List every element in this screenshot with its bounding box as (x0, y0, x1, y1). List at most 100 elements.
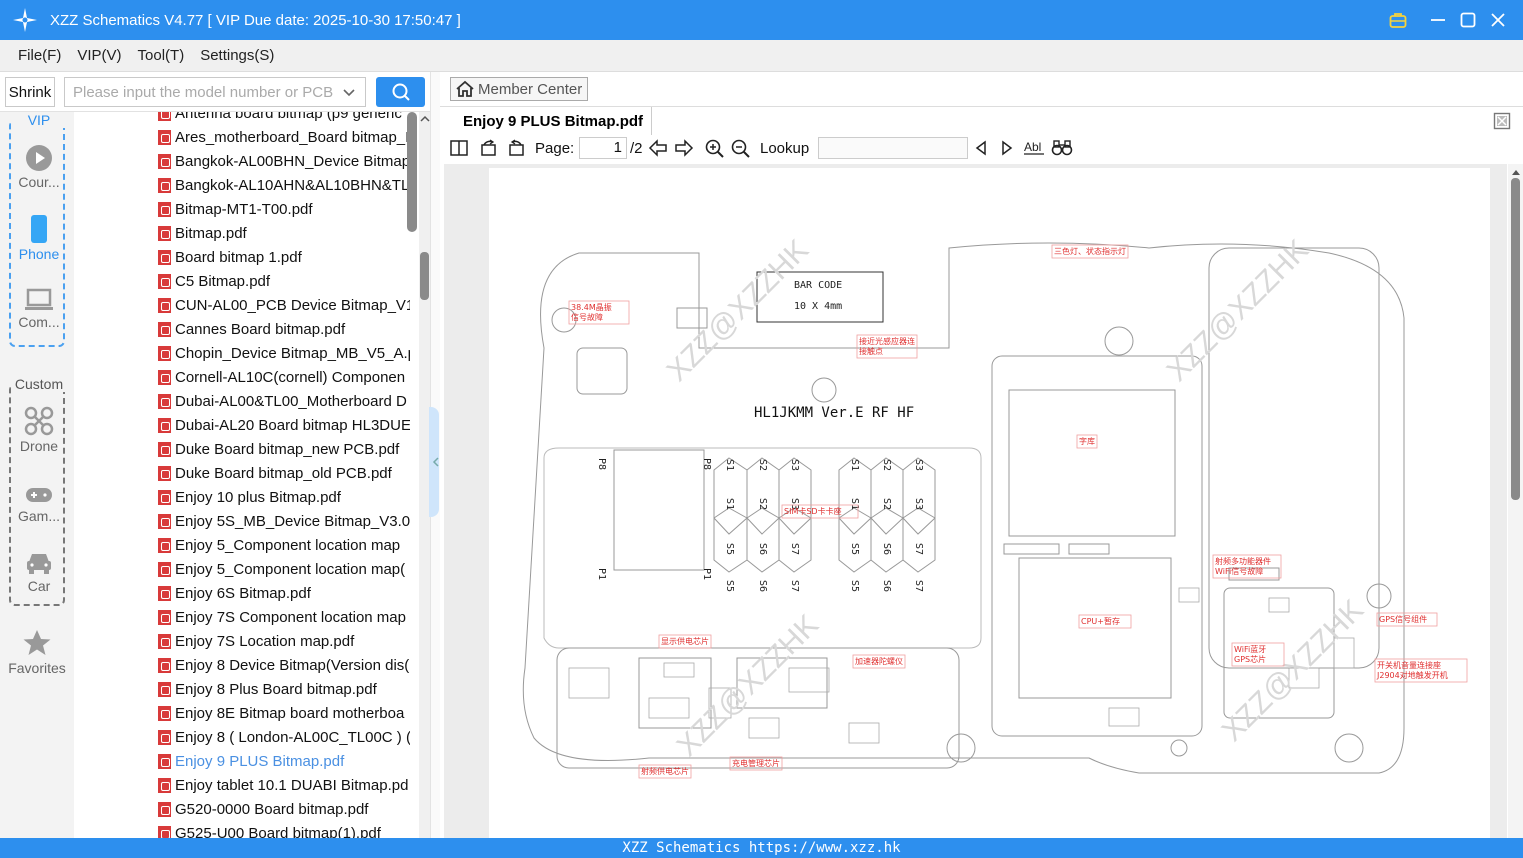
category-course-label: Cour... (18, 174, 60, 190)
file-list-item[interactable]: CUN-AL00_PCB Device Bitmap_V1.( (158, 293, 410, 317)
vip-bag-icon[interactable] (1383, 0, 1413, 40)
menu-vip[interactable]: VIP(V) (77, 47, 121, 64)
file-list-item[interactable]: Enjoy 7S Component location map (158, 605, 410, 629)
pdf-file-icon (158, 489, 171, 505)
sim-pin-label: S6 (881, 580, 892, 592)
file-list-item[interactable]: Enjoy 8 ( London-AL00C_TL00C ) (· (158, 725, 410, 749)
shrink-button[interactable]: Shrink (5, 77, 55, 107)
pdf-file-icon (158, 825, 171, 838)
file-list-item[interactable]: Dubai-AL20 Board bitmap HL3DUE (158, 413, 410, 437)
prev-page-icon[interactable] (648, 139, 668, 157)
file-name: Duke Board bitmap_new PCB.pdf (175, 440, 400, 458)
two-page-icon[interactable] (450, 139, 468, 157)
close-icon[interactable] (1483, 0, 1513, 40)
file-list-item[interactable]: Bitmap-MT1-T00.pdf (158, 197, 410, 221)
sim-pin-label: S1 (724, 498, 735, 510)
category-drone[interactable]: Drone (11, 406, 67, 454)
file-list-item[interactable]: Duke Board bitmap_old PCB.pdf (158, 461, 410, 485)
menu-file[interactable]: File(F) (18, 47, 61, 64)
find-prev-icon[interactable] (973, 140, 989, 156)
pdf-file-icon (158, 177, 171, 193)
search-input[interactable]: Please input the model number or PCB (64, 77, 366, 107)
category-favorites[interactable]: Favorites (0, 628, 74, 676)
close-tab-icon[interactable] (1493, 112, 1511, 130)
scroll-up-icon[interactable] (1511, 168, 1521, 176)
category-game[interactable]: Gam... (11, 484, 67, 524)
file-name: C5 Bitmap.pdf (175, 272, 271, 290)
file-list-item[interactable]: Antenna board bitmap (p9 generic (158, 112, 410, 125)
binoculars-icon[interactable] (1051, 139, 1073, 157)
file-list-item[interactable]: Dubai-AL00&TL00_Motherboard D (158, 389, 410, 413)
sim-pin-label: S2 (757, 459, 768, 471)
category-course[interactable]: Cour... (11, 144, 67, 190)
pdf-file-icon (158, 513, 171, 529)
title-bar: XZZ Schematics V4.77 [ VIP Due date: 202… (0, 0, 1523, 40)
zoom-out-icon[interactable] (731, 139, 751, 159)
status-bar: XZZ Schematics https://www.xzz.hk (0, 838, 1523, 858)
search-button[interactable] (376, 77, 425, 107)
file-list-item[interactable]: Enjoy 5S_MB_Device Bitmap_V3.01 (158, 509, 410, 533)
file-list-item[interactable]: Enjoy 8 Device Bitmap(Version dis( (158, 653, 410, 677)
file-list-item[interactable]: C5 Bitmap.pdf (158, 269, 410, 293)
category-phone-label: Phone (18, 246, 60, 262)
file-list-item[interactable]: G525-U00 Board bitmap(1).pdf (158, 821, 410, 838)
zoom-in-icon[interactable] (705, 139, 725, 159)
category-car[interactable]: Car (11, 550, 67, 594)
menu-settings[interactable]: Settings(S) (200, 47, 274, 64)
file-list-item[interactable]: Enjoy tablet 10.1 DUABI Bitmap.pd (158, 773, 410, 797)
pdf-file-icon (158, 681, 171, 697)
file-list-item[interactable]: Ares_motherboard_Board bitmap_I (158, 125, 410, 149)
file-list-item[interactable]: Enjoy 8E Bitmap board motherboa (158, 701, 410, 725)
connector-pin-label: P8 (596, 458, 607, 470)
file-list-item[interactable]: Board bitmap 1.pdf (158, 245, 410, 269)
star-icon (23, 630, 51, 655)
annotation-label: 充电管理芯片 (732, 758, 780, 768)
file-list-item[interactable]: Bangkok-AL00BHN_Device Bitmap (158, 149, 410, 173)
file-list-item[interactable]: Enjoy 10 plus Bitmap.pdf (158, 485, 410, 509)
file-list-item[interactable]: Duke Board bitmap_new PCB.pdf (158, 437, 410, 461)
file-list-item[interactable]: Enjoy 5_Component location map( (158, 557, 410, 581)
file-name: Antenna board bitmap (p9 generic (175, 112, 402, 122)
next-page-icon[interactable] (674, 139, 694, 157)
file-list-item[interactable]: Cannes Board bitmap.pdf (158, 317, 410, 341)
pdf-scrollbar[interactable] (1508, 164, 1523, 838)
file-list-item[interactable]: Enjoy 8 Plus Board bitmap.pdf (158, 677, 410, 701)
file-list-item[interactable]: Bangkok-AL10AHN&AL10BHN&TL (158, 173, 410, 197)
match-case-icon[interactable]: Abl (1023, 139, 1045, 157)
panel-splitter[interactable] (429, 72, 440, 838)
collapse-arrow-icon[interactable] (432, 457, 440, 467)
app-logo-icon (13, 8, 37, 32)
file-list-item[interactable]: Enjoy 6S Bitmap.pdf (158, 581, 410, 605)
sim-pin-label: S1 (849, 459, 860, 471)
file-list-item[interactable]: Cornell-AL10C(cornell) Componen (158, 365, 410, 389)
file-list-item[interactable]: Bitmap.pdf (158, 221, 410, 245)
file-list-scrollbar[interactable] (407, 112, 417, 232)
menu-tool[interactable]: Tool(T) (138, 47, 185, 64)
find-next-icon[interactable] (999, 140, 1015, 156)
file-list-item[interactable]: Enjoy 5_Component location map (158, 533, 410, 557)
pdf-viewport[interactable]: XZZ@XZZHK XZZ@XZZHK XZZ@XZZHK XZZ@XZZHK … (444, 164, 1507, 838)
file-list-item[interactable]: Enjoy 9 PLUS Bitmap.pdf (158, 749, 410, 773)
rotate-right-icon[interactable] (507, 139, 525, 157)
pdf-file-icon (158, 417, 171, 433)
lookup-input[interactable] (818, 137, 968, 159)
pdf-file-icon (158, 249, 171, 265)
sim-pin-label: S3 (913, 498, 924, 510)
maximize-icon[interactable] (1453, 0, 1483, 40)
file-list-item[interactable]: Enjoy 7S Location map.pdf (158, 629, 410, 653)
file-list-item[interactable]: G520-0000 Board bitmap.pdf (158, 797, 410, 821)
tab-document[interactable]: Enjoy 9 PLUS Bitmap.pdf (450, 107, 652, 135)
member-center-button[interactable]: Member Center (450, 77, 588, 101)
sim-pin-label: S5 (724, 580, 735, 592)
scroll-up-icon[interactable] (420, 114, 430, 124)
page-number-input[interactable]: 1 (579, 137, 627, 159)
category-car-label: Car (27, 578, 51, 594)
minimize-icon[interactable] (1423, 0, 1453, 40)
pdf-file-icon (158, 225, 171, 241)
category-phone[interactable]: Phone (11, 214, 67, 262)
rotate-left-icon[interactable] (480, 139, 498, 157)
category-computer[interactable]: Com... (11, 286, 67, 330)
sim-pin-label: S3 (913, 459, 924, 471)
file-list-item[interactable]: Chopin_Device Bitmap_MB_V5_A.p (158, 341, 410, 365)
chevron-down-icon[interactable] (341, 84, 357, 100)
